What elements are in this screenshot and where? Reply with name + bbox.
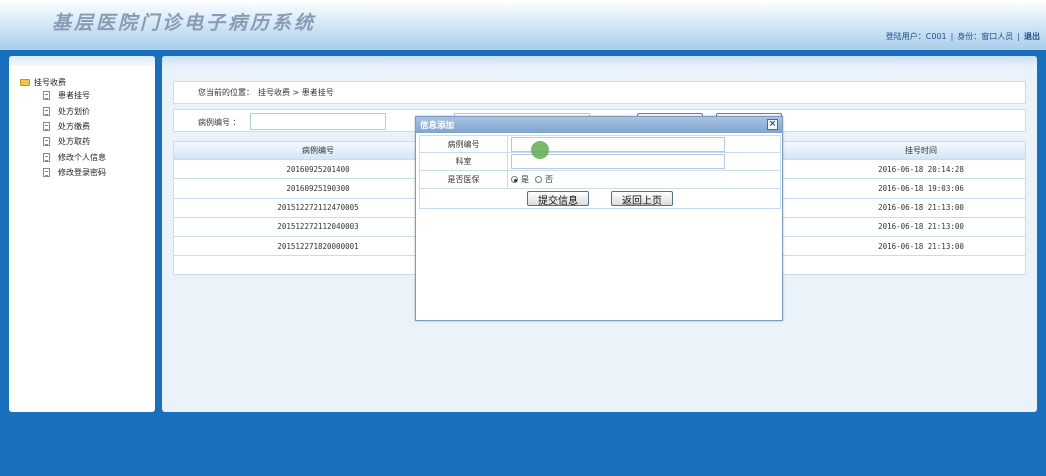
document-icon [43,168,50,178]
insurance-label: 是否医保 [420,171,508,188]
logout-link[interactable]: 退出 [1024,32,1040,41]
case-number-search-input[interactable] [250,113,386,130]
sidebar-item-prescription-pickup[interactable]: 处方取药 [20,134,106,149]
form-row-insurance: 是否医保 是 否 [419,171,781,189]
dialog-title: 信息添加 [420,121,455,131]
dialog-titlebar[interactable]: 信息添加 × [416,117,782,133]
insurance-no-label: 否 [545,175,553,184]
sidebar: 挂号收费 患者挂号 处方划价 处方缴费 处方取药 修改个人信息 修改登录密码 [9,56,155,412]
sidebar-item-patient-register[interactable]: 患者挂号 [20,88,106,103]
document-icon [43,137,50,147]
info-add-dialog: 信息添加 × 病例编号 科室 是否医保 是 否 提交信息 返回上页 [415,116,783,321]
sidebar-item-label: 修改登录密码 [58,168,106,178]
user-role: 身份：窗口人员 [957,32,1014,41]
form-row-department: 科室 [419,153,781,171]
breadcrumb-prefix: 您当前的位置： [198,88,254,97]
sidebar-group-registration: 挂号收费 患者挂号 处方划价 处方缴费 处方取药 修改个人信息 修改登录密码 [20,76,106,180]
dialog-form: 病例编号 科室 是否医保 是 否 提交信息 返回上页 [419,135,781,209]
user-bar: 登陆用户：C001 | 身份：窗口人员 | 退出 [885,32,1040,41]
search-label: 病例编号 ： [198,118,241,127]
column-header-register-time: 挂号时间 [905,146,937,156]
cursor-highlight [531,141,549,159]
sidebar-item-edit-profile[interactable]: 修改个人信息 [20,150,106,165]
sidebar-item-prescription-pricing[interactable]: 处方划价 [20,103,106,118]
insurance-no-radio[interactable] [535,176,542,183]
document-icon [43,152,50,162]
document-icon [43,91,50,101]
breadcrumb: 您当前的位置： 挂号收费 > 患者挂号 [173,81,1026,104]
cell-register-time: 2016-06-18 21:13:00 [878,222,964,232]
document-icon [43,121,50,131]
insurance-yes-radio[interactable] [511,176,518,183]
sidebar-item-label: 修改个人信息 [58,152,106,162]
sidebar-item-change-password[interactable]: 修改登录密码 [20,165,106,180]
sidebar-item-label: 处方划价 [58,106,90,116]
breadcrumb-path: 挂号收费 > 患者挂号 [258,88,334,97]
sidebar-group-label: 挂号收费 [34,77,66,87]
sidebar-group-head[interactable]: 挂号收费 [20,76,106,88]
case-number-label: 病例编号 [420,136,508,152]
insurance-yes-label: 是 [521,175,529,184]
cell-register-time: 2016-06-18 19:03:06 [878,183,964,193]
document-icon [43,106,50,116]
close-icon[interactable]: × [767,119,778,130]
department-label: 科室 [420,153,508,170]
current-user: 登陆用户：C001 [885,32,947,41]
sidebar-item-label: 处方缴费 [58,121,90,131]
app-header: 基层医院门诊电子病历系统 登陆用户：C001 | 身份：窗口人员 | 退出 [0,0,1046,50]
cell-register-time: 2016-06-18 21:13:00 [878,241,964,251]
folder-open-icon [20,78,30,86]
submit-button[interactable]: 提交信息 [527,191,589,207]
sidebar-item-label: 患者挂号 [58,91,90,101]
form-row-case-number: 病例编号 [419,135,781,153]
cell-register-time: 2016-06-18 20:14:28 [878,164,964,174]
app-title: 基层医院门诊电子病历系统 [52,12,317,34]
back-button[interactable]: 返回上页 [611,191,673,207]
cell-register-time: 2016-06-18 21:13:00 [878,203,964,213]
sidebar-item-prescription-payment[interactable]: 处方缴费 [20,119,106,134]
dialog-actions: 提交信息 返回上页 [419,189,781,209]
sidebar-item-label: 处方取药 [58,137,90,147]
